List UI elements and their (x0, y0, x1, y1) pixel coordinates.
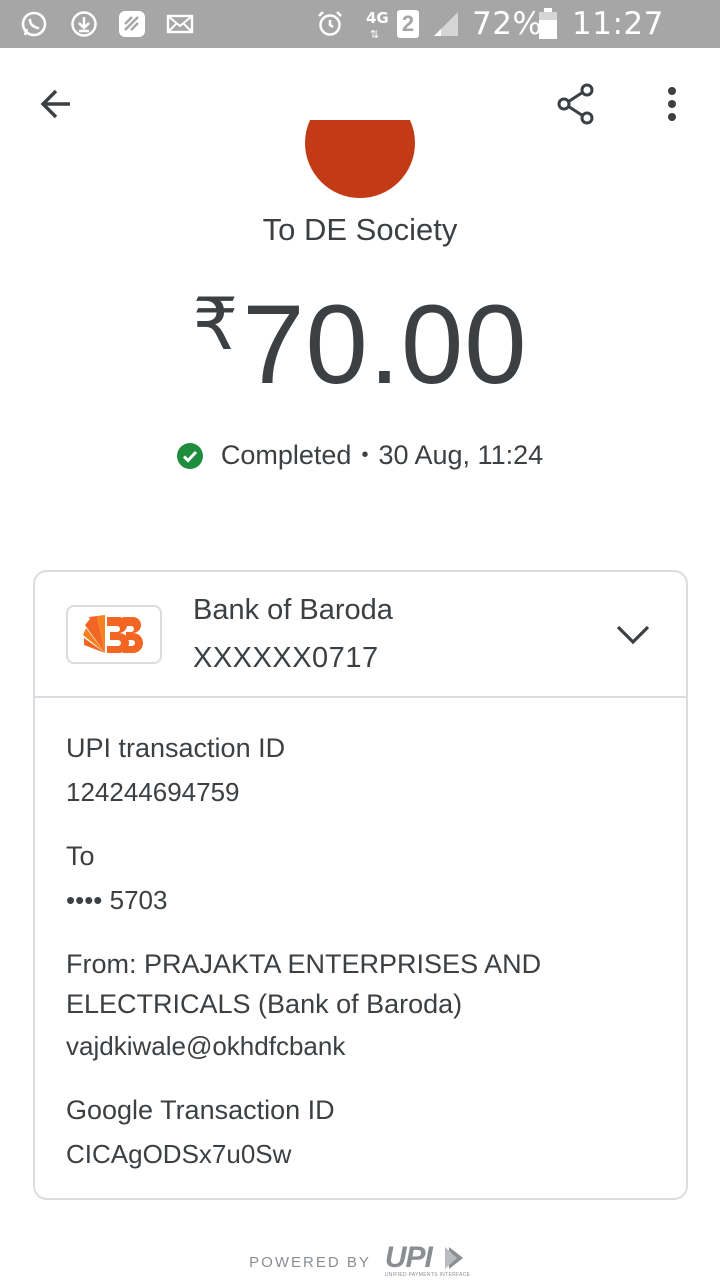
upi-arrow-icon (444, 1247, 463, 1269)
from-line-2: ELECTRICALS (Bank of Baroda) (66, 989, 463, 1019)
network-type: 4G (366, 9, 389, 27)
to-value: •••• 5703 (66, 885, 168, 915)
download-icon (71, 11, 97, 37)
powered-by-label: POWERED BY (249, 1253, 371, 1271)
whatsapp-icon (21, 11, 47, 37)
signal-icon (434, 12, 458, 36)
google-transaction-id-label: Google Transaction ID (66, 1095, 335, 1125)
check-circle-icon (176, 442, 203, 469)
amount: ₹70.00 (0, 280, 720, 409)
bank-account-number: XXXXXX0717 (193, 642, 379, 674)
amount-value: 70.00 (242, 282, 528, 407)
back-arrow-icon (40, 89, 70, 119)
upi-logo: UPI UNIFIED PAYMENTS INTERFACE (384, 1241, 471, 1279)
status-label: Completed (220, 440, 352, 470)
transaction-status: Completed • 30 Aug, 11:24 (0, 440, 720, 471)
to-label: To (66, 841, 95, 871)
alarm-icon (318, 11, 342, 36)
upi-tagline: UNIFIED PAYMENTS INTERFACE (384, 1272, 471, 1278)
upi-transaction-id-label: UPI transaction ID (66, 733, 286, 763)
upi-transaction-id-value: 124244694759 (66, 777, 240, 807)
share-button[interactable] (548, 76, 604, 132)
bank-name: Bank of Baroda (193, 594, 393, 626)
sim-badge: 2 (397, 10, 419, 38)
more-options-button[interactable] (644, 76, 700, 132)
more-vert-icon (668, 87, 676, 121)
powered-by-upi: POWERED BY UPI UNIFIED PAYMENTS INTERFAC… (0, 1241, 720, 1279)
status-separator: • (361, 444, 369, 466)
network-arrows-icon: ⇅ (370, 28, 380, 41)
from-line-1: From: PRAJAKTA ENTERPRISES AND (66, 949, 542, 979)
from-vpa: vajdkiwale@okhdfcbank (66, 1031, 346, 1061)
transaction-details-card: Bank of Baroda XXXXXX0717 UPI transactio… (33, 570, 688, 1200)
upi-logo-text: UPI (384, 1241, 433, 1274)
status-bar: 4G ⇅ 2 72% 11:27 am (0, 0, 720, 78)
mail-icon (166, 14, 194, 34)
bank-logo-icon (83, 614, 143, 653)
chevron-down-icon[interactable] (613, 618, 653, 648)
back-button[interactable] (28, 76, 84, 132)
bank-account-row[interactable]: Bank of Baroda XXXXXX0717 (35, 572, 686, 698)
payee-avatar (305, 120, 415, 198)
currency-symbol: ₹ (192, 282, 239, 366)
bank-of-baroda-logo (66, 605, 162, 664)
battery-icon (539, 8, 557, 39)
google-transaction-id-value: CICAgODSx7u0Sw (66, 1139, 292, 1169)
payee-name: To DE Society (262, 212, 458, 247)
battery-percent: 72% (472, 6, 543, 42)
status-datetime: 30 Aug, 11:24 (378, 440, 544, 470)
share-icon (557, 83, 594, 125)
gallery-icon (119, 11, 145, 37)
